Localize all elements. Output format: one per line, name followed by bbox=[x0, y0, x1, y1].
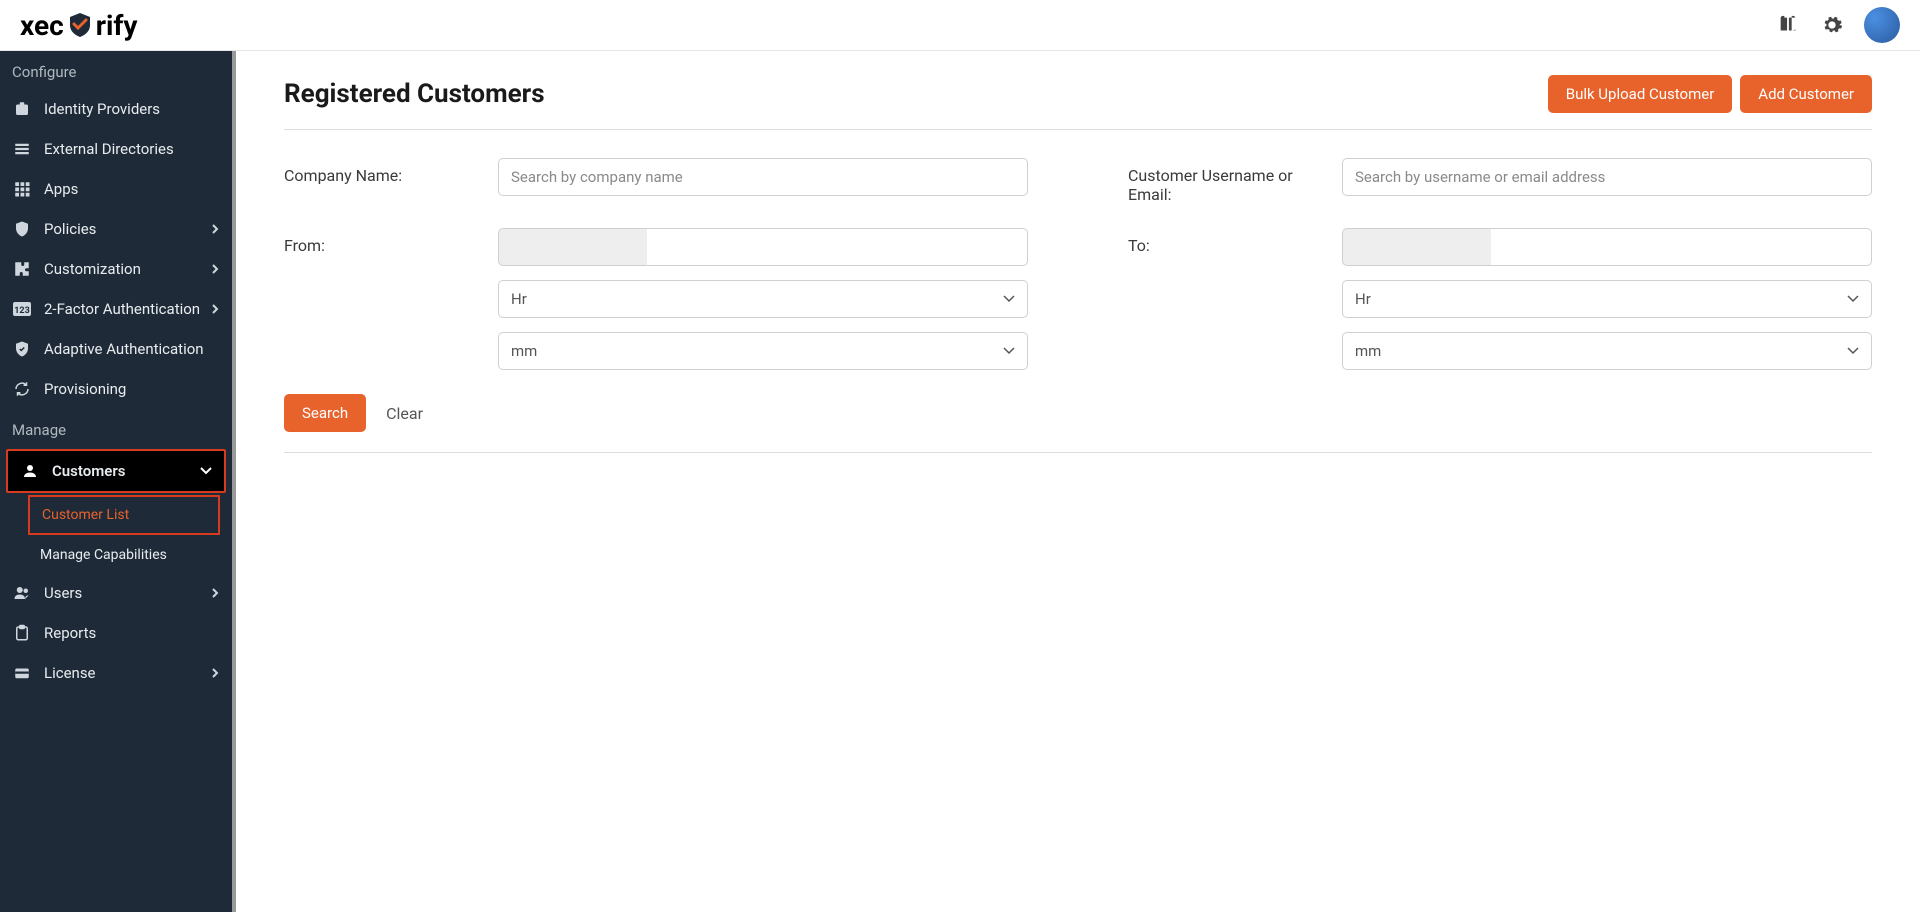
sidebar-label: Customers bbox=[52, 462, 125, 480]
to-hr-select[interactable]: Hr bbox=[1342, 280, 1872, 318]
gear-icon[interactable] bbox=[1820, 13, 1844, 37]
username-label: Customer Username or Email: bbox=[1128, 158, 1318, 204]
sidebar-label: Customization bbox=[44, 260, 141, 278]
badge-icon bbox=[12, 99, 32, 119]
sidebar-label: Policies bbox=[44, 220, 96, 238]
book-icon[interactable] bbox=[1776, 13, 1800, 37]
sidebar-item-provisioning[interactable]: Provisioning bbox=[0, 369, 232, 409]
grid-icon bbox=[12, 179, 32, 199]
chevron-right-icon bbox=[210, 304, 220, 314]
header-actions: Bulk Upload Customer Add Customer bbox=[1548, 75, 1872, 113]
people-icon bbox=[12, 583, 32, 603]
chevron-right-icon bbox=[210, 668, 220, 678]
sidebar-label: Identity Providers bbox=[44, 100, 160, 118]
add-customer-button[interactable]: Add Customer bbox=[1740, 75, 1872, 113]
to-label: To: bbox=[1128, 228, 1318, 255]
shield-check-icon bbox=[12, 339, 32, 359]
sidebar-item-external-directories[interactable]: External Directories bbox=[0, 129, 232, 169]
person-icon bbox=[20, 461, 40, 481]
clipboard-icon bbox=[12, 623, 32, 643]
sidebar-item-customers[interactable]: Customers bbox=[6, 449, 226, 493]
sidebar-item-adaptive-auth[interactable]: Adaptive Authentication bbox=[0, 329, 232, 369]
sidebar-label: External Directories bbox=[44, 140, 174, 158]
sidebar-item-policies[interactable]: Policies bbox=[0, 209, 232, 249]
avatar[interactable] bbox=[1864, 7, 1900, 43]
sidebar-label: Apps bbox=[44, 180, 78, 198]
sidebar-label: License bbox=[44, 664, 96, 682]
sidebar-label: 2-Factor Authentication bbox=[44, 300, 200, 318]
topbar-right bbox=[1776, 7, 1900, 43]
company-label: Company Name: bbox=[284, 158, 474, 185]
card-icon bbox=[12, 663, 32, 683]
page-header: Registered Customers Bulk Upload Custome… bbox=[284, 75, 1872, 130]
filter-username: Customer Username or Email: bbox=[1128, 158, 1872, 204]
page-title: Registered Customers bbox=[284, 79, 545, 109]
filter-actions: Search Clear bbox=[284, 394, 1872, 432]
chevron-right-icon bbox=[210, 588, 220, 598]
logo-text-2: rify bbox=[96, 9, 138, 42]
sidebar-label: Reports bbox=[44, 624, 96, 642]
sidebar-item-license[interactable]: License bbox=[0, 653, 232, 693]
sidebar-section-manage: Manage bbox=[0, 409, 232, 447]
logo-shield-icon bbox=[66, 11, 94, 39]
sidebar-sub-customer-list[interactable]: Customer List bbox=[28, 495, 220, 535]
filter-to: To: Hr mm bbox=[1128, 228, 1872, 370]
chevron-right-icon bbox=[210, 264, 220, 274]
from-label: From: bbox=[284, 228, 474, 255]
filters: Company Name: Customer Username or Email… bbox=[284, 130, 1872, 453]
from-date-input[interactable] bbox=[498, 228, 1028, 266]
from-mm-select[interactable]: mm bbox=[498, 332, 1028, 370]
username-input[interactable] bbox=[1342, 158, 1872, 196]
sidebar-label: Provisioning bbox=[44, 380, 126, 398]
logo[interactable]: xec rify bbox=[20, 9, 137, 42]
svg-text:123: 123 bbox=[14, 306, 30, 316]
sidebar-item-customization[interactable]: Customization bbox=[0, 249, 232, 289]
sidebar-sub-manage-capabilities[interactable]: Manage Capabilities bbox=[0, 537, 232, 573]
sidebar-item-reports[interactable]: Reports bbox=[0, 613, 232, 653]
puzzle-icon bbox=[12, 259, 32, 279]
sidebar: Configure Identity Providers External Di… bbox=[0, 51, 236, 912]
sidebar-item-apps[interactable]: Apps bbox=[0, 169, 232, 209]
shield-icon bbox=[12, 219, 32, 239]
from-hr-select[interactable]: Hr bbox=[498, 280, 1028, 318]
sidebar-label: Users bbox=[44, 584, 82, 602]
chevron-down-icon bbox=[200, 467, 212, 475]
clear-button[interactable]: Clear bbox=[386, 404, 423, 423]
logo-text-1: xec bbox=[20, 9, 64, 42]
sidebar-item-users[interactable]: Users bbox=[0, 573, 232, 613]
bulk-upload-button[interactable]: Bulk Upload Customer bbox=[1548, 75, 1733, 113]
to-date-input[interactable] bbox=[1342, 228, 1872, 266]
sidebar-label: Adaptive Authentication bbox=[44, 340, 204, 358]
sidebar-item-2fa[interactable]: 123 2-Factor Authentication bbox=[0, 289, 232, 329]
search-button[interactable]: Search bbox=[284, 394, 366, 432]
filter-company: Company Name: bbox=[284, 158, 1028, 204]
list-icon bbox=[12, 139, 32, 159]
sync-icon bbox=[12, 379, 32, 399]
company-input[interactable] bbox=[498, 158, 1028, 196]
chevron-right-icon bbox=[210, 224, 220, 234]
number-icon: 123 bbox=[12, 299, 32, 319]
sidebar-section-configure: Configure bbox=[0, 51, 232, 89]
sidebar-item-identity-providers[interactable]: Identity Providers bbox=[0, 89, 232, 129]
to-mm-select[interactable]: mm bbox=[1342, 332, 1872, 370]
filter-from: From: Hr mm bbox=[284, 228, 1028, 370]
main: Registered Customers Bulk Upload Custome… bbox=[236, 51, 1920, 912]
topbar: xec rify bbox=[0, 0, 1920, 51]
